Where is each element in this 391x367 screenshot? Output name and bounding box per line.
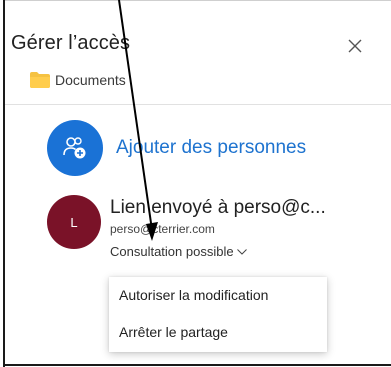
folder-icon xyxy=(30,72,50,88)
permission-dropdown[interactable]: Consultation possible xyxy=(110,244,247,259)
dialog-title: Gérer l’accès xyxy=(11,32,131,54)
folder-label: Documents xyxy=(55,72,126,88)
folder-breadcrumb: Documents xyxy=(30,70,126,90)
share-entry-email: perso@cterrier.com xyxy=(110,222,215,236)
menu-item-allow-edit[interactable]: Autoriser la modification xyxy=(109,277,327,314)
manage-access-dialog: Gérer l’accès Documents Ajouter des pers… xyxy=(0,0,391,367)
avatar: L xyxy=(47,195,101,249)
chevron-down-icon xyxy=(236,248,247,255)
header-divider xyxy=(5,104,391,105)
add-people-label: Ajouter des personnes xyxy=(116,137,307,158)
add-people-avatar xyxy=(47,120,103,176)
frame-left-border xyxy=(3,0,5,367)
share-entry-name: Lien envoyé à perso@c... xyxy=(110,197,326,218)
permission-menu: Autoriser la modification Arrêter le par… xyxy=(109,277,327,352)
close-icon xyxy=(348,39,362,53)
add-people-button[interactable]: Ajouter des personnes xyxy=(47,120,306,176)
menu-item-stop-sharing[interactable]: Arrêter le partage xyxy=(109,314,327,351)
frame-bottom-border xyxy=(3,364,391,366)
frame-top-border xyxy=(3,0,391,1)
add-people-icon xyxy=(63,137,86,159)
close-button[interactable] xyxy=(342,33,368,59)
permission-label: Consultation possible xyxy=(110,244,234,259)
